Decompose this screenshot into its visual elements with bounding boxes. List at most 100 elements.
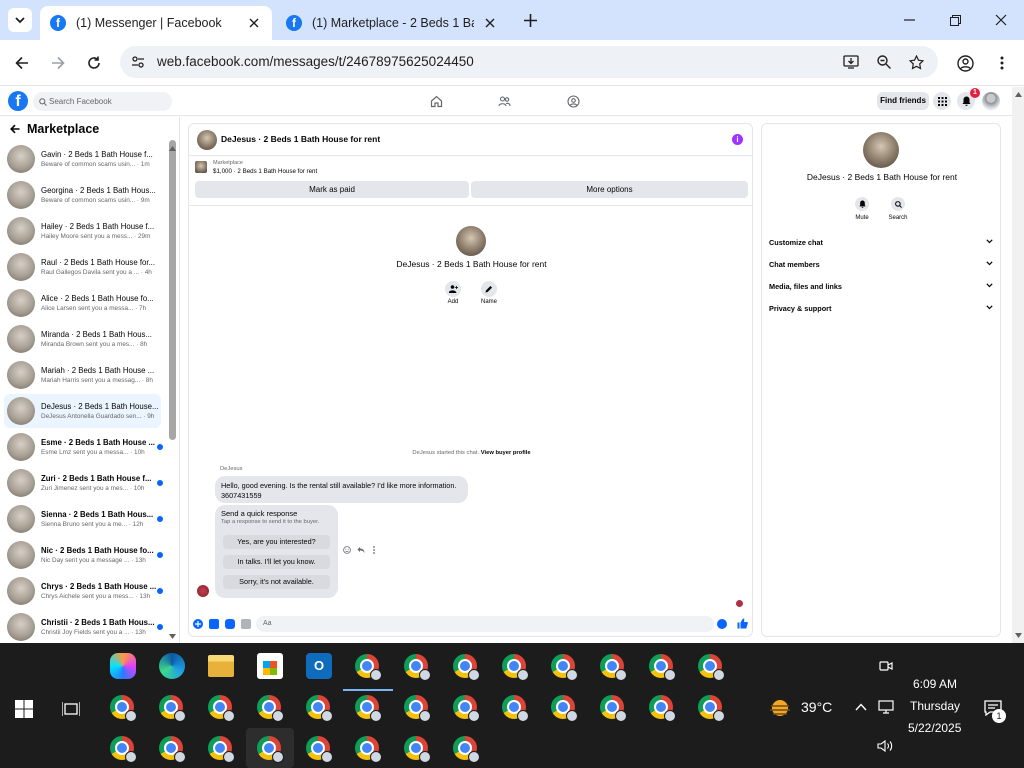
chrome-icon[interactable] [159, 695, 186, 722]
photo-icon[interactable] [209, 619, 219, 629]
add-people-icon[interactable] [445, 281, 461, 297]
clock-date[interactable]: 5/22/2025 [908, 721, 961, 735]
close-window-icon[interactable] [992, 12, 1010, 28]
incoming-message[interactable]: Hello, good evening. Is the rental still… [215, 476, 468, 503]
start-windows-icon[interactable] [14, 699, 34, 719]
back-arrow-icon[interactable] [10, 124, 20, 134]
more-actions-icon[interactable] [371, 545, 377, 554]
chrome-icon[interactable] [306, 695, 333, 722]
chrome-icon[interactable] [355, 695, 382, 722]
chrome-icon[interactable] [453, 736, 480, 763]
tab-marketplace[interactable]: f (1) Marketplace - 2 Beds 1 Bath [276, 6, 508, 40]
mark-as-paid-button[interactable]: Mark as paid [195, 181, 469, 198]
zoom-icon[interactable] [875, 53, 893, 71]
back-icon[interactable] [12, 53, 32, 73]
emoji-icon[interactable] [717, 619, 727, 629]
site-info-icon[interactable] [129, 54, 147, 70]
list-item[interactable]: Chrys · 2 Beds 1 Bath House ... Chrys Aic… [4, 574, 163, 608]
chrome-icon[interactable] [257, 695, 284, 722]
gif-icon[interactable] [241, 619, 251, 629]
chrome-icon[interactable] [698, 654, 725, 681]
scroll-up-icon[interactable] [168, 144, 177, 152]
weather-icon[interactable] [768, 697, 794, 719]
copilot-icon[interactable] [110, 653, 136, 679]
outlook-icon[interactable]: O [306, 653, 332, 679]
groups-icon[interactable] [566, 94, 580, 108]
reply-icon[interactable] [356, 545, 365, 554]
message-input[interactable]: Aa [256, 616, 714, 632]
chrome-icon[interactable] [698, 695, 725, 722]
bookmark-star-icon[interactable] [907, 53, 925, 71]
center-avatar[interactable] [456, 226, 486, 256]
tab-search-chevron-icon[interactable] [8, 8, 32, 32]
chrome-icon[interactable] [551, 695, 578, 722]
chrome-icon[interactable] [600, 654, 627, 681]
find-friends-button[interactable]: Find friends [877, 92, 929, 110]
tab-messenger[interactable]: f (1) Messenger | Facebook [40, 6, 272, 40]
like-thumb-icon[interactable] [736, 617, 748, 629]
chrome-icon[interactable] [649, 695, 676, 722]
account-avatar[interactable] [982, 92, 1000, 110]
sidebar-scrollbar[interactable] [169, 140, 176, 440]
chat-avatar[interactable] [197, 130, 217, 150]
chrome-icon[interactable] [404, 736, 431, 763]
details-row[interactable]: Media, files and links [769, 282, 995, 296]
mute-bell-icon[interactable] [855, 197, 869, 211]
quick-reply-not-available[interactable]: Sorry, it's not available. [223, 575, 330, 589]
list-item[interactable]: Alice · 2 Beds 1 Bath House fo... Alice L… [4, 286, 161, 320]
address-bar[interactable]: web.facebook.com/messages/t/246789756250… [120, 46, 938, 78]
chat-info-icon[interactable]: i [732, 134, 743, 145]
chrome-icon[interactable] [551, 654, 578, 681]
volume-icon[interactable] [876, 738, 894, 754]
microsoft-store-icon[interactable] [257, 653, 283, 679]
chrome-icon[interactable] [159, 736, 186, 763]
list-item[interactable]: Zuri · 2 Beds 1 Bath House f... Zuri Jime… [4, 466, 163, 500]
list-item[interactable]: Georgina · 2 Beds 1 Bath Hous... Beware o… [4, 178, 161, 212]
chrome-icon[interactable] [343, 654, 393, 691]
file-explorer-icon[interactable] [208, 655, 234, 677]
react-icon[interactable] [342, 545, 351, 554]
edit-name-icon[interactable] [481, 281, 497, 297]
scroll-down-icon[interactable] [168, 632, 177, 640]
list-item[interactable]: Christii · 2 Beds 1 Bath Hous... Christii… [4, 610, 163, 643]
minimize-icon[interactable] [900, 12, 918, 28]
clock-time[interactable]: 6:09 AM [913, 677, 957, 691]
meet-now-icon[interactable] [878, 658, 894, 674]
details-row[interactable]: Privacy & support [769, 304, 995, 318]
network-icon[interactable] [877, 699, 895, 715]
list-item[interactable]: DeJesus · 2 Beds 1 Bath House... DeJesus … [4, 394, 161, 428]
list-item[interactable]: Raul · 2 Beds 1 Bath House for... Raul Ga… [4, 250, 161, 284]
page-scroll-up-icon[interactable] [1014, 91, 1022, 97]
list-item[interactable]: Hailey · 2 Beds 1 Bath House f... Hailey … [4, 214, 161, 248]
chrome-icon[interactable] [649, 654, 676, 681]
chrome-icon[interactable] [208, 736, 235, 763]
search-input[interactable]: Search Facebook [33, 92, 172, 111]
browser-menu-icon[interactable] [994, 54, 1010, 72]
edge-icon[interactable] [159, 653, 185, 679]
list-item[interactable]: Gavin · 2 Beds 1 Bath House f... Beware o… [4, 142, 161, 176]
sticker-icon[interactable] [225, 619, 235, 629]
list-item[interactable]: Miranda · 2 Beds 1 Bath Hous... Miranda B… [4, 322, 161, 356]
clock-day[interactable]: Thursday [910, 699, 960, 713]
profile-icon[interactable] [956, 54, 974, 72]
view-buyer-profile-link[interactable]: View buyer profile [481, 450, 531, 456]
task-view-icon[interactable] [61, 699, 81, 719]
chrome-icon[interactable] [502, 654, 529, 681]
home-icon[interactable] [429, 94, 443, 108]
chrome-icon[interactable] [404, 695, 431, 722]
chrome-icon[interactable] [453, 654, 480, 681]
new-tab-icon[interactable] [520, 10, 540, 30]
menu-grid-icon[interactable] [933, 92, 951, 110]
details-row[interactable]: Customize chat [769, 238, 995, 252]
show-hidden-icons-icon[interactable] [854, 700, 868, 714]
list-item[interactable]: Mariah · 2 Beds 1 Bath House ... Mariah H… [4, 358, 161, 392]
friends-icon[interactable] [497, 94, 511, 108]
search-chat-icon[interactable] [891, 197, 905, 211]
chrome-icon[interactable] [502, 695, 529, 722]
facebook-logo-icon[interactable]: f [8, 91, 28, 111]
chrome-icon[interactable] [110, 695, 137, 722]
chrome-icon[interactable] [355, 736, 382, 763]
page-scroll-down-icon[interactable] [1014, 632, 1022, 638]
list-item[interactable]: Sienna · 2 Beds 1 Bath Hous... Sienna Bru… [4, 502, 163, 536]
restore-icon[interactable] [946, 12, 964, 28]
